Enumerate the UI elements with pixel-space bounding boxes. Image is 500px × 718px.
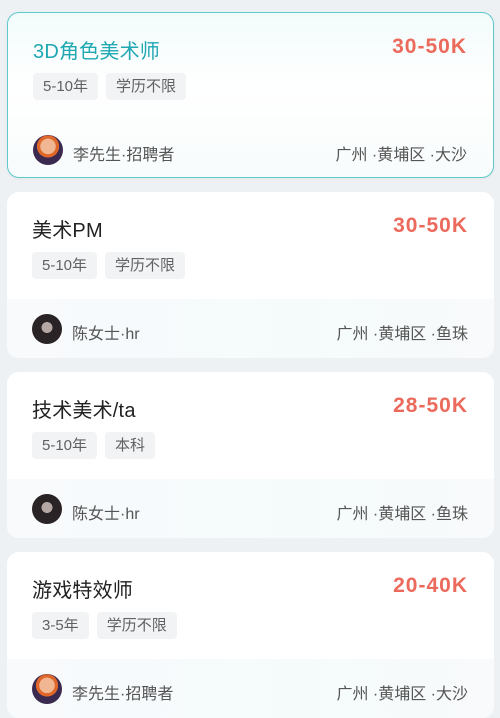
job-location: 广州 ·黄埔区 ·大沙	[335, 147, 467, 164]
job-title: 美术PM	[32, 220, 103, 242]
recruiter-bar: 李先生·招聘者 广州 ·黄埔区 ·大沙	[8, 120, 493, 177]
job-tags: 5-10年 本科	[32, 432, 156, 459]
job-tags: 5-10年 学历不限	[32, 252, 186, 279]
education-tag: 学历不限	[106, 73, 187, 100]
job-salary: 30-50K	[393, 214, 468, 237]
recruiter-name: 李先生·招聘者	[73, 147, 175, 164]
experience-tag: 5-10年	[32, 432, 98, 459]
job-salary: 28-50K	[393, 394, 468, 417]
job-tags: 3-5年 学历不限	[32, 612, 177, 639]
recruiter-bar: 陈女士·hr 广州 ·黄埔区 ·鱼珠	[7, 299, 494, 358]
avatar	[32, 674, 62, 704]
job-tags: 5-10年 学历不限	[33, 73, 187, 100]
recruiter-name: 李先生·招聘者	[72, 686, 174, 703]
education-tag: 学历不限	[105, 252, 186, 279]
recruiter-name: 陈女士·hr	[72, 326, 140, 343]
job-card[interactable]: 技术美术/ta 28-50K 5-10年 本科 陈女士·hr 广州 ·黄埔区 ·…	[7, 372, 494, 538]
avatar	[32, 314, 62, 344]
recruiter-bar: 陈女士·hr 广州 ·黄埔区 ·鱼珠	[7, 479, 494, 538]
recruiter-name: 陈女士·hr	[72, 506, 140, 523]
job-card[interactable]: 3D角色美术师 30-50K 5-10年 学历不限 李先生·招聘者 广州 ·黄埔…	[7, 12, 494, 178]
experience-tag: 5-10年	[32, 252, 98, 279]
avatar	[32, 494, 62, 524]
job-list: 3D角色美术师 30-50K 5-10年 学历不限 李先生·招聘者 广州 ·黄埔…	[0, 0, 500, 718]
job-card[interactable]: 美术PM 30-50K 5-10年 学历不限 陈女士·hr 广州 ·黄埔区 ·鱼…	[7, 192, 494, 358]
job-title: 游戏特效师	[32, 580, 133, 602]
experience-tag: 5-10年	[33, 73, 99, 100]
education-tag: 学历不限	[96, 612, 177, 639]
job-card[interactable]: 游戏特效师 20-40K 3-5年 学历不限 李先生·招聘者 广州 ·黄埔区 ·…	[7, 552, 494, 718]
job-salary: 20-40K	[393, 574, 468, 597]
avatar	[33, 135, 63, 165]
job-title: 技术美术/ta	[32, 400, 136, 422]
job-title: 3D角色美术师	[33, 41, 160, 63]
recruiter-bar: 李先生·招聘者 广州 ·黄埔区 ·大沙	[7, 659, 494, 718]
job-location: 广州 ·黄埔区 ·大沙	[336, 686, 468, 703]
job-salary: 30-50K	[392, 35, 467, 58]
job-location: 广州 ·黄埔区 ·鱼珠	[336, 326, 468, 343]
job-location: 广州 ·黄埔区 ·鱼珠	[336, 506, 468, 523]
experience-tag: 3-5年	[32, 612, 89, 639]
education-tag: 本科	[105, 432, 156, 459]
